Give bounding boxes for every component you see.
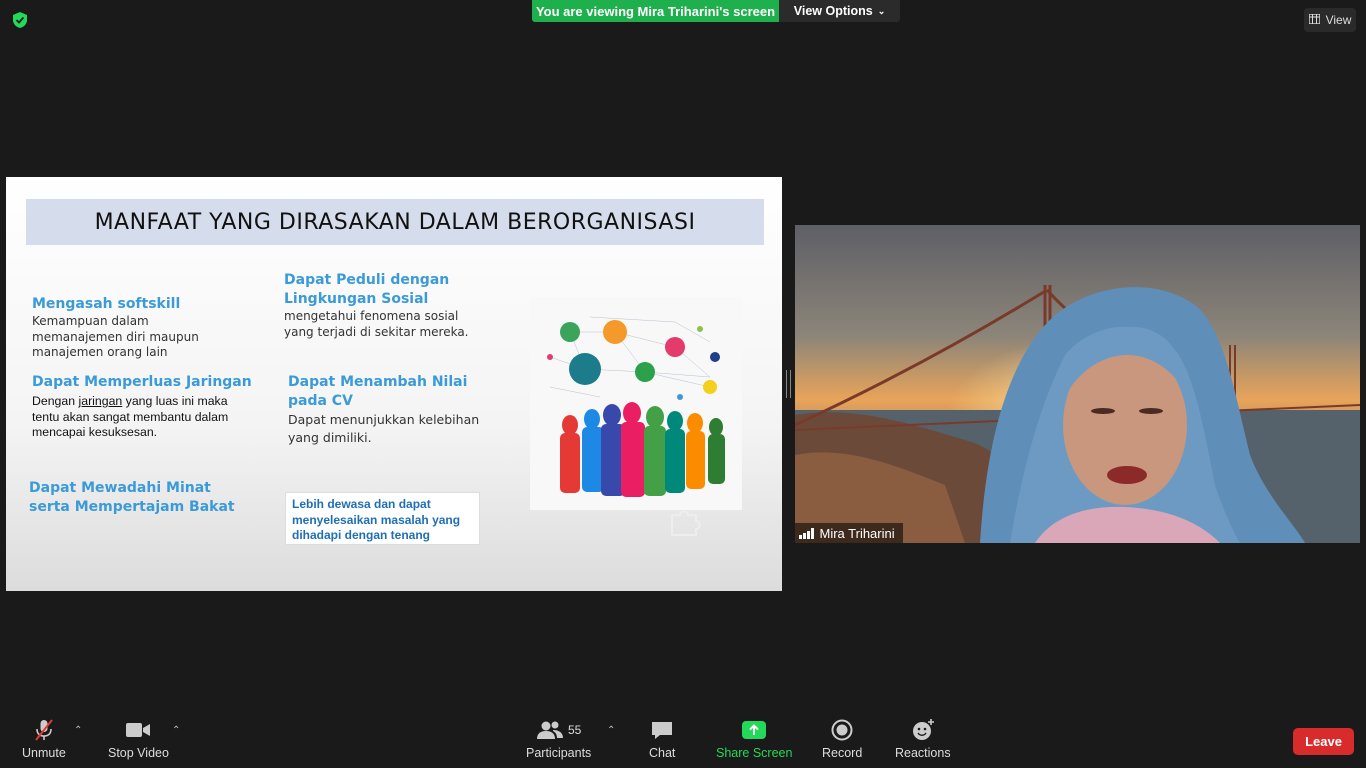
benefit-text: Dapat menunjukkan kelebihan (288, 412, 480, 427)
benefit-text: tentu akan sangat membantu dalam (32, 409, 229, 424)
participants-options-caret-icon[interactable]: ⌃ (607, 725, 615, 736)
stop-video-button[interactable]: Stop Video (108, 718, 169, 760)
participants-icon: 55 (536, 718, 581, 742)
participant-name: Mira Triharini (819, 525, 895, 541)
viewing-screen-banner: You are viewing Mira Triharini's screen (532, 0, 779, 22)
resize-divider-handle[interactable] (786, 370, 791, 398)
slide-title: MANFAAT YANG DIRASAKAN DALAM BERORGANISA… (94, 209, 696, 235)
view-options-button[interactable]: View Options ⌄ (779, 0, 900, 22)
reactions-label: Reactions (895, 746, 951, 760)
benefit-text: mencapai kesuksesan. (32, 425, 158, 439)
view-label: View (1325, 13, 1352, 27)
participant-video-tile[interactable] (795, 225, 1360, 543)
participants-label: Participants (526, 746, 592, 760)
box-text: Lebih dewasa dan dapat (292, 497, 431, 511)
benefit-heading: pada CV (288, 393, 353, 409)
benefit-text: mengetahui fenomena sosial (284, 309, 459, 323)
stop-video-label: Stop Video (108, 746, 169, 760)
share-screen-label: Share Screen (716, 746, 793, 760)
view-options-label: View Options (793, 4, 873, 18)
puzzle-piece-icon (668, 507, 702, 542)
benefit-heading: Dapat Mewadahi Minat (29, 480, 211, 496)
benefit-heading: Lingkungan Sosial (284, 291, 429, 307)
view-layout-button[interactable]: View (1304, 8, 1356, 32)
benefit-heading: Dapat Memperluas Jaringan (32, 374, 252, 390)
benefit-maturity-box: Lebih dewasa dan dapat menyelesaikan mas… (285, 492, 480, 545)
smiley-plus-icon (911, 718, 935, 742)
participants-button[interactable]: 55 Participants (526, 718, 591, 760)
share-screen-button[interactable]: Share Screen (716, 718, 792, 760)
benefit-heading: Mengasah softskill (32, 296, 181, 312)
microphone-muted-icon (32, 718, 56, 742)
slide-title-bar: MANFAAT YANG DIRASAKAN DALAM BERORGANISA… (26, 199, 764, 245)
shared-screen-slide: MANFAAT YANG DIRASAKAN DALAM BERORGANISA… (6, 177, 782, 591)
participant-name-tag: Mira Triharini (795, 523, 903, 543)
benefit-text: yang terjadi di sekitar mereka. (284, 324, 469, 339)
unmute-label: Unmute (22, 746, 66, 760)
reactions-button[interactable]: Reactions (895, 718, 951, 760)
benefit-softskill: Mengasah softskill Kemampuan dalam meman… (32, 295, 252, 361)
benefit-cv: Dapat Menambah Nilai pada CV Dapat menun… (288, 373, 518, 446)
leave-meeting-button[interactable]: Leave (1293, 728, 1354, 755)
box-text: menyelesaikan masalah yang (292, 512, 461, 527)
benefit-text: manajemen orang lain (32, 345, 168, 359)
chat-button[interactable]: Chat (649, 718, 675, 760)
record-icon (831, 718, 853, 742)
unmute-button[interactable]: Unmute (22, 718, 66, 760)
benefit-heading: Dapat Menambah Nilai (288, 374, 468, 390)
video-camera-icon (125, 718, 151, 742)
text-part: Dengan (32, 394, 79, 408)
underlined-word: jaringan (78, 394, 123, 408)
box-text: dihadapi dengan tenang (292, 528, 431, 542)
video-options-caret-icon[interactable]: ⌃ (172, 725, 180, 736)
benefit-social: Dapat Peduli dengan Lingkungan Sosial me… (284, 271, 514, 340)
benefit-network: Dapat Memperluas Jaringan Dengan jaringa… (32, 373, 272, 441)
benefit-text: memanajemen diri maupun (32, 329, 199, 344)
record-label: Record (822, 746, 863, 760)
grid-icon (1307, 13, 1321, 27)
chat-bubble-icon (650, 718, 674, 742)
benefit-text: yang dimiliki. (288, 429, 372, 445)
people-network-illustration (530, 297, 742, 510)
benefit-text: Kemampuan dalam (32, 314, 149, 328)
chevron-down-icon: ⌄ (877, 5, 886, 16)
audio-options-caret-icon[interactable]: ⌃ (74, 725, 82, 736)
text-part: yang luas ini maka (122, 394, 228, 408)
benefit-text: Dengan jaringan yang luas ini maka (32, 394, 272, 410)
signal-strength-icon (799, 527, 814, 539)
participants-count: 55 (567, 723, 582, 737)
record-button[interactable]: Record (822, 718, 862, 760)
benefit-interest: Dapat Mewadahi Minat serta Mempertajam B… (29, 479, 269, 517)
security-shield-icon[interactable] (12, 11, 28, 29)
share-screen-icon (741, 718, 767, 742)
chat-label: Chat (649, 746, 676, 760)
benefit-heading: serta Mempertajam Bakat (29, 499, 235, 515)
benefit-heading: Dapat Peduli dengan (284, 272, 450, 288)
